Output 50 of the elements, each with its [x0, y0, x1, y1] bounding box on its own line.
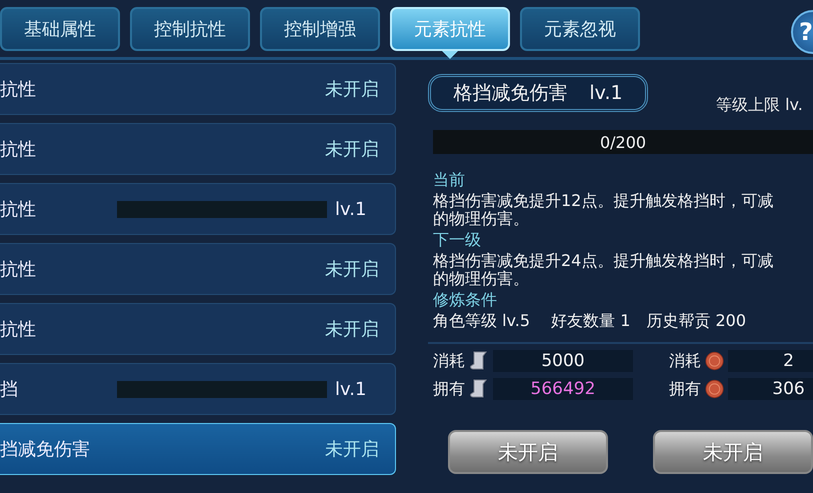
scroll-icon	[469, 350, 489, 372]
description-line: 格挡伤害减免提升24点。提升触发格挡时，可减	[433, 252, 774, 270]
cost-label: 消耗	[433, 350, 465, 372]
tab[interactable]: 基础属性	[0, 6, 120, 50]
item-name: 抗性	[0, 318, 37, 341]
item-level: lv.1	[335, 198, 368, 220]
cost-label: 拥有	[433, 378, 465, 400]
section-heading: 当前	[433, 170, 466, 190]
help-button[interactable]: ?	[791, 10, 813, 54]
list-item[interactable]: 抗性 lv.1	[0, 183, 396, 235]
list-item[interactable]: 抗性 未开启	[0, 123, 396, 175]
section-heading: 修炼条件	[433, 290, 498, 310]
tab[interactable]: 控制增强	[260, 6, 380, 50]
cost-label: 拥有	[669, 378, 701, 400]
item-name: 挡减免伤害	[0, 438, 91, 461]
item-status: 未开启	[325, 438, 379, 461]
tab[interactable]: 控制抗性	[130, 6, 250, 50]
cost-label: 消耗	[669, 350, 701, 372]
skill-level: lv.1	[589, 82, 623, 104]
description-line: 角色等级 lv.5 好友数量 1 历史帮贡 200	[433, 312, 747, 330]
coin-icon	[705, 350, 724, 372]
section-heading: 下一级	[433, 230, 482, 250]
cost-value: 5000	[493, 350, 633, 372]
list-item[interactable]: 挡 lv.1	[0, 363, 396, 415]
item-name: 挡	[0, 378, 19, 401]
cost-value: 2	[728, 350, 813, 372]
list-item[interactable]: 挡减免伤害 未开启	[0, 423, 396, 475]
item-name: 抗性	[0, 258, 37, 281]
progress-text: 0/200	[600, 132, 646, 152]
item-status: 未开启	[325, 78, 379, 101]
item-name: 抗性	[0, 198, 37, 221]
item-level: lv.1	[335, 378, 368, 400]
list-item[interactable]: 抗性 未开启	[0, 243, 396, 295]
item-name: 抗性	[0, 138, 37, 161]
item-status: 未开启	[325, 318, 379, 341]
level-cap: 等级上限 lv.	[716, 95, 803, 116]
item-status: 未开启	[325, 138, 379, 161]
scroll-icon	[469, 378, 489, 400]
cost-value: 306	[728, 378, 813, 400]
description-line: 格挡伤害减免提升12点。提升触发格挡时，可减	[433, 192, 774, 210]
skill-name: 格挡减免伤害	[453, 81, 568, 106]
coin-icon	[705, 378, 724, 400]
description-line: 的物理伤害。	[433, 270, 530, 288]
description-line: 的物理伤害。	[433, 210, 530, 228]
list-item[interactable]: 抗性 未开启	[0, 303, 396, 355]
item-status: 未开启	[325, 258, 379, 281]
cost-value: 566492	[493, 378, 633, 400]
item-name: 抗性	[0, 78, 37, 101]
list-item[interactable]: 抗性 未开启	[0, 63, 396, 115]
tab[interactable]: 元素忽视	[520, 6, 640, 50]
